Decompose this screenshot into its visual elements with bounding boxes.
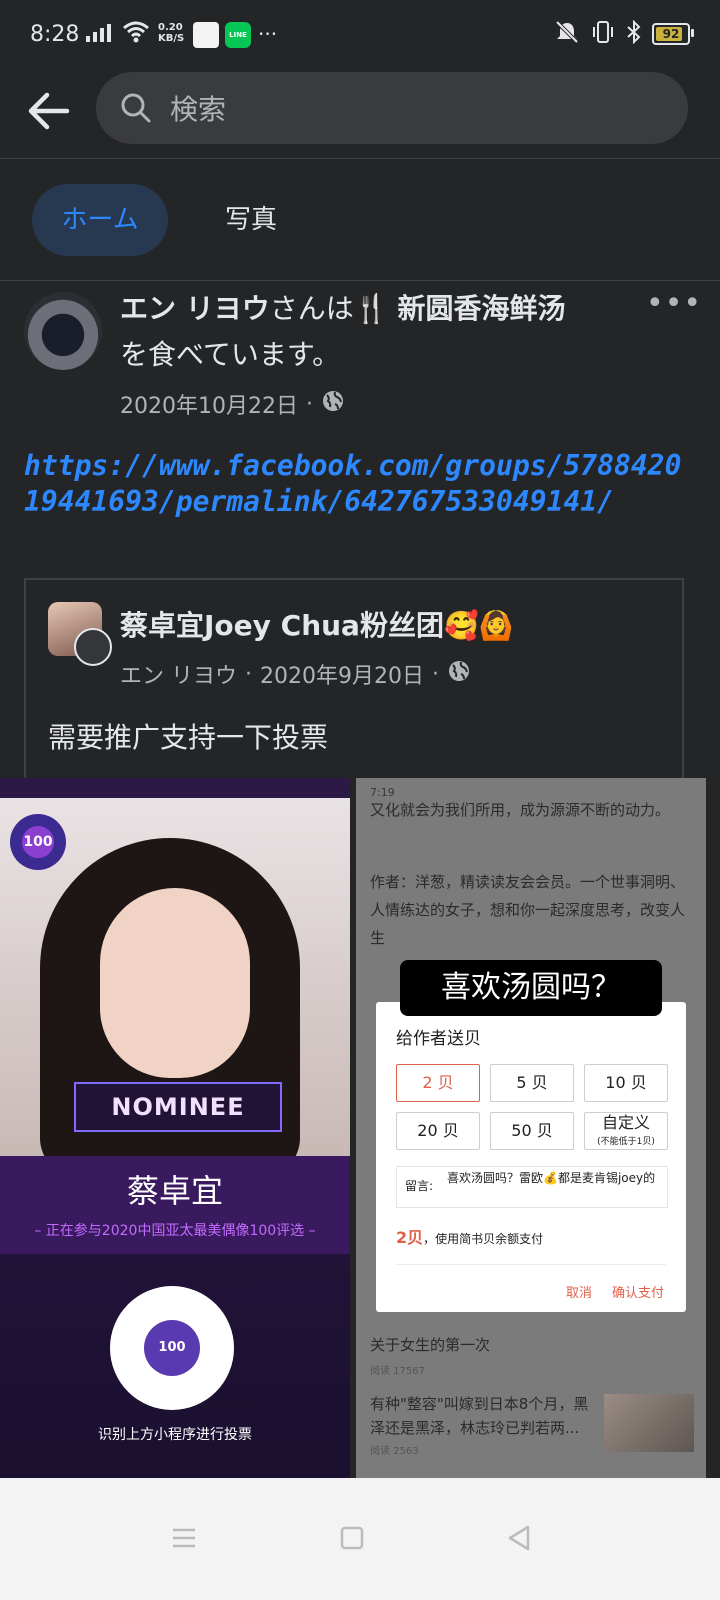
post-verb: さんは (269, 292, 354, 325)
bluetooth-icon (626, 19, 642, 48)
back-nav-button[interactable] (496, 1514, 544, 1562)
speed-unit: KB/S (158, 33, 185, 44)
cancel-button: 取消 (566, 1286, 593, 1301)
more-options-icon[interactable]: ••• (646, 286, 702, 321)
menu-lines-icon (173, 1528, 195, 1548)
wifi-icon (122, 20, 150, 48)
screenshot-image[interactable]: 7:19 又化就会为我们所用，成为源源不断的动力。 作者：洋葱，精读读友会会员。… (356, 778, 706, 1478)
dialog-title: 给作者送贝 (396, 1029, 481, 1049)
option-20: 20 贝 (396, 1112, 480, 1150)
meta-separator: · (245, 661, 252, 687)
post-meta: 2020年10月22日 · (120, 388, 345, 420)
caption-bubble: 喜欢汤圆吗？ (400, 960, 662, 1016)
meta-separator: · (431, 661, 439, 687)
option-50: 50 贝 (490, 1112, 574, 1150)
sharer-avatar (74, 628, 112, 666)
custom-label: 自定义 (601, 1113, 650, 1132)
more-notifications-icon: ··· (258, 22, 278, 46)
status-time: 8:28 (30, 22, 80, 47)
globe-icon (321, 389, 345, 419)
back-arrow-icon (28, 92, 70, 130)
custom-hint: (不能低于1贝) (597, 1137, 655, 1147)
shared-author[interactable]: エン リヨウ (120, 658, 237, 690)
list-item-title: 有种"整容"叫嫁到日本8个月，黑泽还是黑泽，林志玲已判若两... (370, 1395, 589, 1437)
shared-meta: エン リヨウ · 2020年9月20日 · (120, 658, 471, 690)
option-2: 2 贝 (396, 1064, 480, 1102)
post-header: エン リヨウさんは🍴 新圆香海鲜汤 を食べています。 (120, 286, 640, 378)
option-5: 5 贝 (490, 1064, 574, 1102)
author-name[interactable]: エン リヨウ (120, 292, 270, 325)
list-item-thumbnail (604, 1394, 694, 1452)
post-verb-end: を食べています。 (120, 338, 341, 371)
status-bar: 8:28 0.20 KB/S LINE ··· 92 (0, 0, 720, 72)
mute-icon (554, 20, 580, 48)
qr-code: 100 (110, 1286, 234, 1410)
speed-value: 0.20 (158, 22, 183, 33)
recents-button[interactable] (160, 1514, 208, 1562)
globe-icon (447, 659, 471, 689)
search-header (0, 72, 720, 159)
tip-dialog: 给作者送贝 2 贝 5 贝 10 贝 20 贝 50 贝 自定义 (不能低于1贝)… (376, 1002, 686, 1312)
message-label: 留言: (405, 1179, 434, 1193)
pay-text: ，使用简书贝余额支付 (423, 1232, 544, 1246)
article-text-2: 作者：洋葱，精读读友会会员。一个世事洞明、人情练达的女子，想和你一起深度思考，改… (370, 873, 686, 947)
place-name[interactable]: 新圆香海鲜汤 (398, 292, 566, 325)
pay-amount: 2贝 (396, 1228, 424, 1247)
article-text-1: 又化就会为我们所用，成为源源不断的动力。 (370, 801, 671, 819)
search-icon (118, 90, 154, 130)
battery-icon: 92 (652, 23, 694, 45)
author-avatar[interactable] (24, 292, 102, 370)
vibrate-icon (590, 20, 616, 48)
pay-line: 2贝，使用简书贝余额支付 (396, 1224, 543, 1248)
fork-knife-icon: 🍴 (353, 292, 389, 325)
confirm-button: 确认支付 (612, 1286, 665, 1301)
post-date[interactable]: 2020年10月22日 (120, 388, 298, 420)
signal-icon (86, 24, 114, 48)
network-speed: 0.20 KB/S (158, 22, 184, 44)
qr-center-logo: 100 (144, 1320, 200, 1376)
qr-caption: 识别上方小程序进行投票 (98, 1427, 252, 1443)
search-input[interactable] (168, 86, 652, 132)
nominee-subtitle: – 正在参与2020中国亚太最美偶像100评选 – (34, 1223, 316, 1239)
message-box: 留言: 喜欢汤圆吗？雷欧💰都是麦肯锡joey的 (396, 1166, 668, 1208)
search-box[interactable] (96, 72, 688, 144)
option-custom: 自定义 (不能低于1贝) (584, 1112, 668, 1150)
group-name[interactable]: 蔡卓宜Joey Chua粉丝团🥰🙆 (120, 604, 514, 644)
shared-body: 需要推广支持一下投票 (48, 721, 329, 754)
battery-level: 92 (662, 27, 680, 41)
dialog-divider (396, 1264, 666, 1265)
triangle-back-icon (508, 1525, 530, 1551)
shared-date[interactable]: 2020年9月20日 (260, 658, 424, 690)
name-band: 蔡卓宜 – 正在参与2020中国亚太最美偶像100评选 – (0, 1156, 350, 1254)
list-item-title: 关于女生的第一次 (370, 1336, 491, 1354)
tab-photos[interactable]: 写真 (196, 184, 306, 256)
app-notification-icon (193, 22, 219, 48)
list-item-reads: 阅读 2563 (370, 1446, 419, 1457)
nominee-badge: NOMINEE (74, 1082, 282, 1132)
logo-100-badge: 100 (10, 814, 66, 870)
meta-separator: · (305, 391, 313, 417)
shared-post[interactable]: 蔡卓宜Joey Chua粉丝团🥰🙆 エン リヨウ · 2020年9月20日 · … (24, 578, 684, 790)
profile-tabs: ホーム 写真 (0, 160, 720, 281)
line-app-icon: LINE (225, 22, 251, 48)
portrait-face (100, 888, 250, 1078)
option-10: 10 贝 (584, 1064, 668, 1102)
back-button[interactable] (24, 86, 74, 136)
system-nav-bar (0, 1478, 720, 1600)
group-avatar[interactable] (48, 602, 112, 666)
list-item-reads: 阅读 17567 (370, 1366, 425, 1377)
home-button[interactable] (328, 1514, 376, 1562)
nominee-name: 蔡卓宜 (126, 1172, 223, 1210)
tab-home[interactable]: ホーム (32, 184, 168, 256)
message-value: 喜欢汤圆吗？雷欧💰都是麦肯锡joey的 (447, 1171, 656, 1185)
square-icon (340, 1526, 364, 1550)
poster-image[interactable]: 100 NOMINEE 蔡卓宜 – 正在参与2020中国亚太最美偶像100评选 … (0, 778, 350, 1478)
post-link[interactable]: https://www.facebook.com/groups/57884201… (24, 448, 684, 520)
